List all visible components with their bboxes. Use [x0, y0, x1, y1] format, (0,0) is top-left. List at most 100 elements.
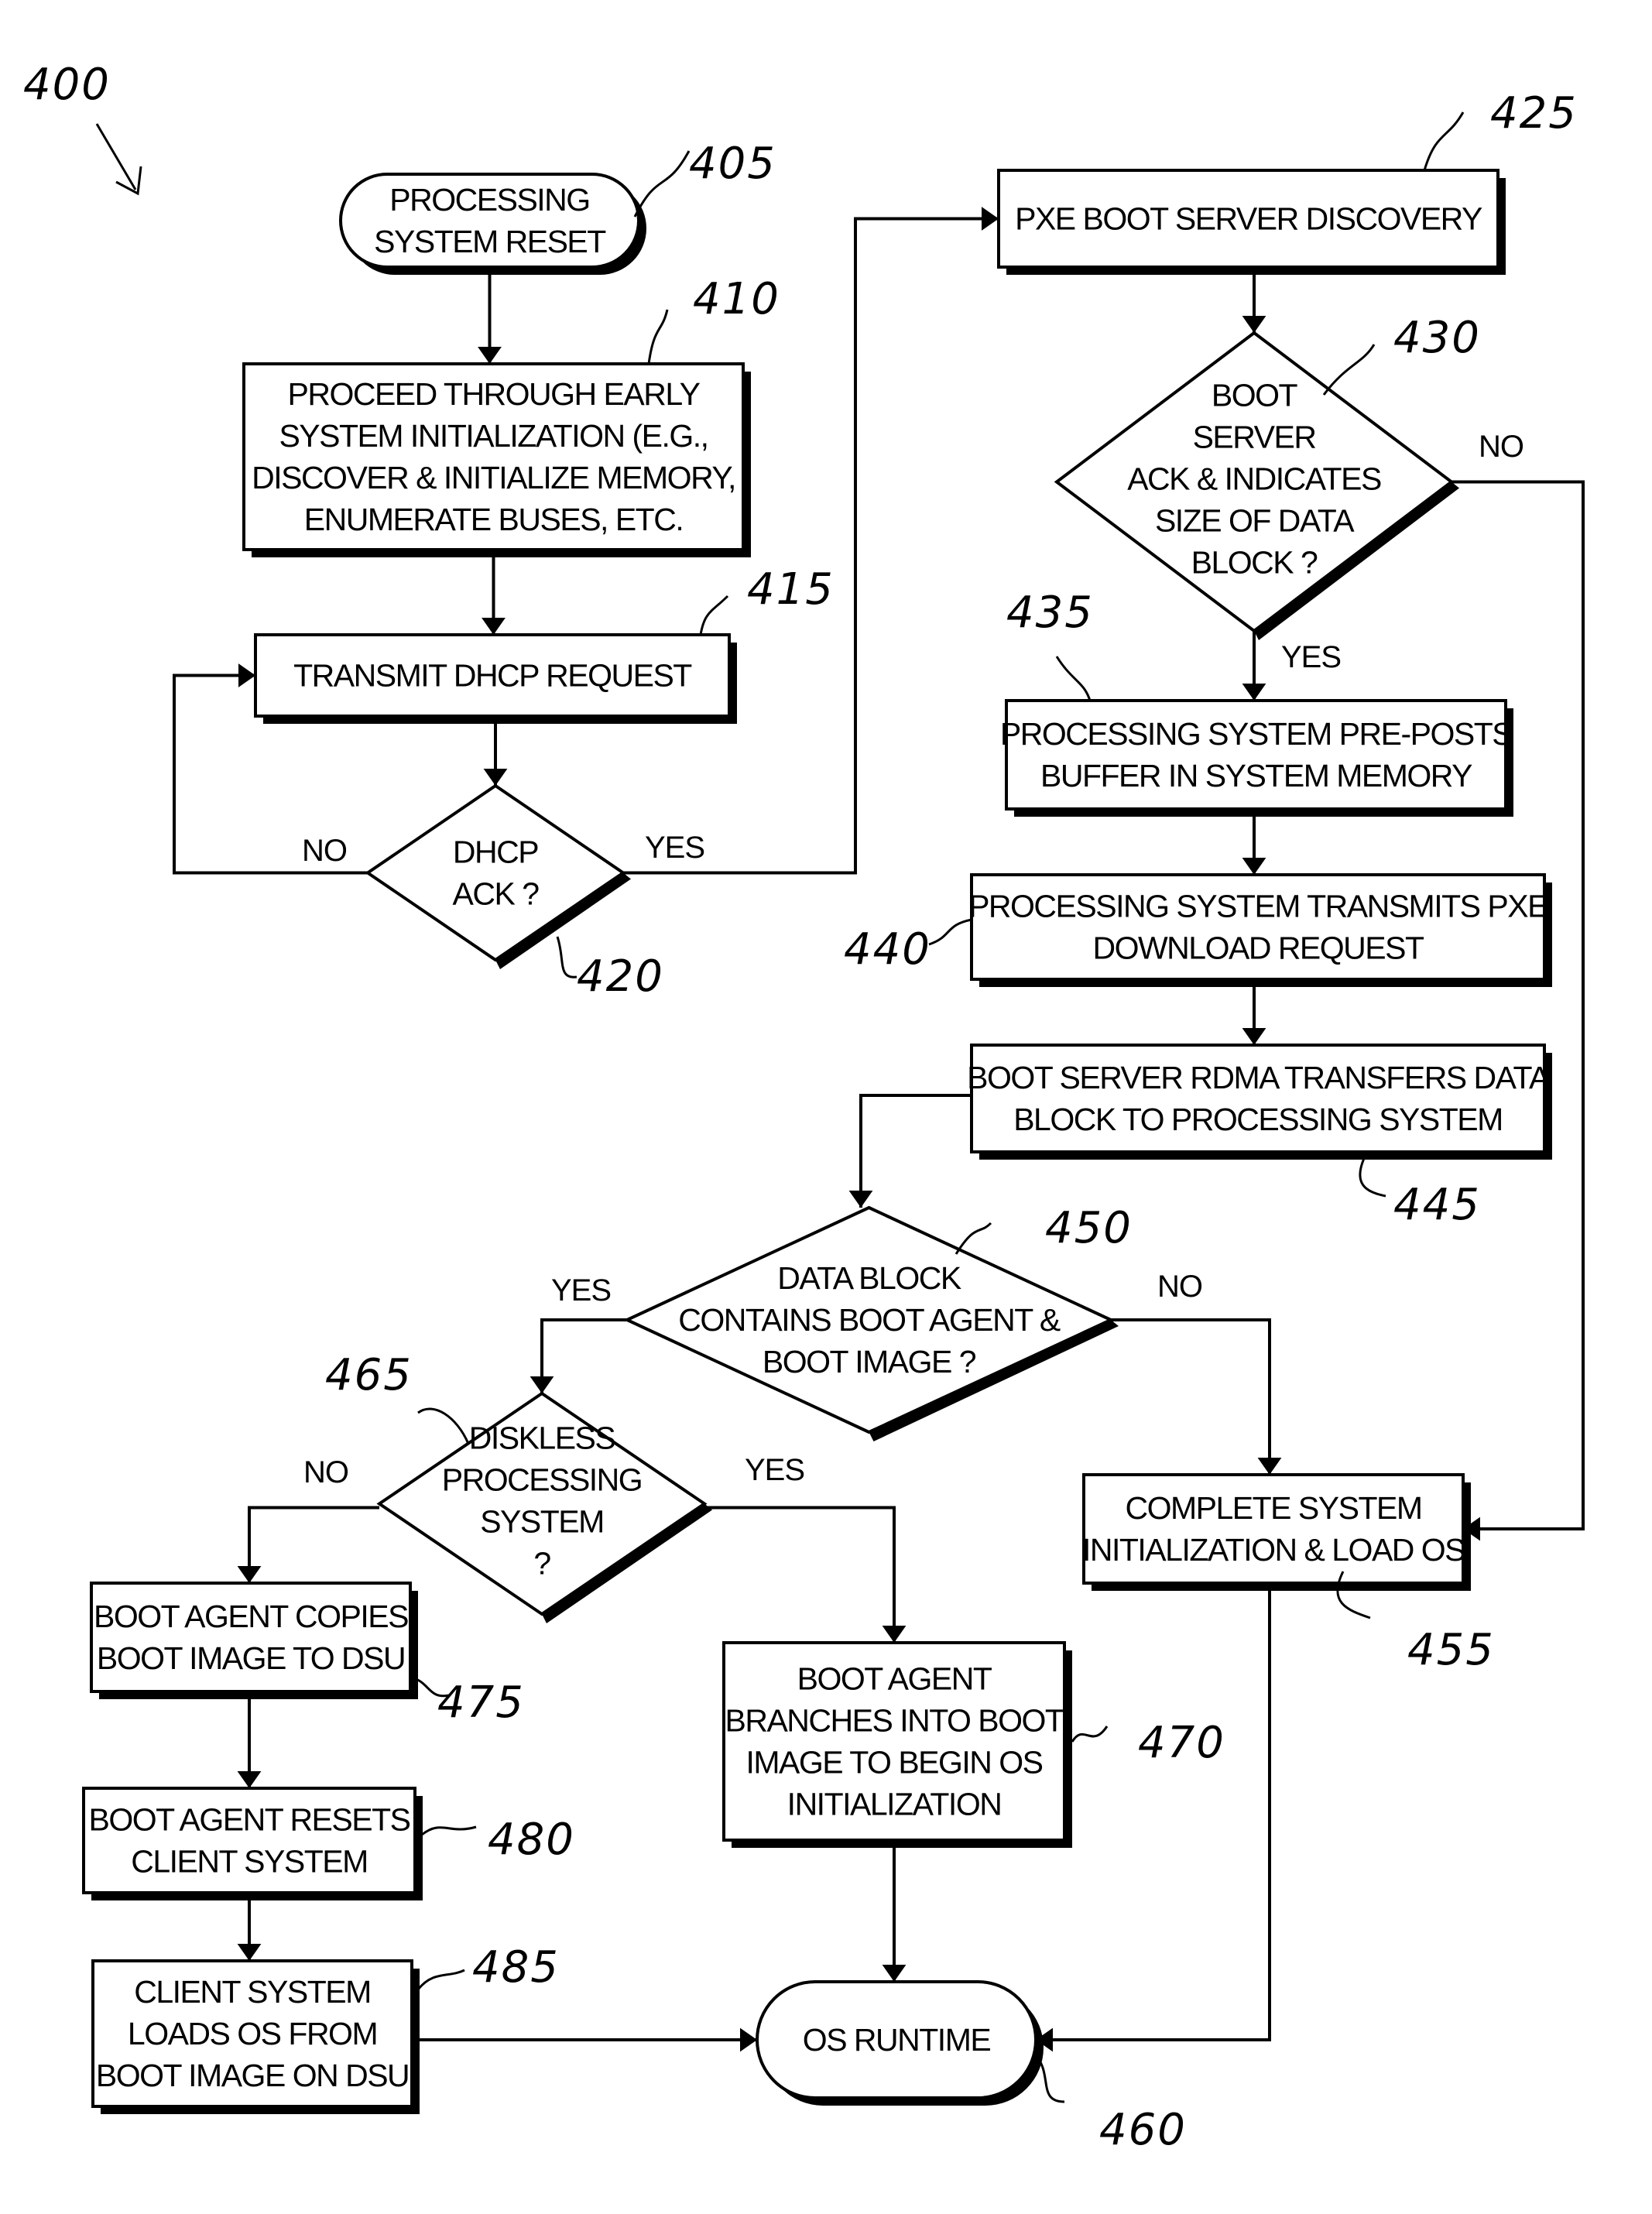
branch-label-420-no: NO [302, 834, 347, 868]
node-label-line: DATA BLOCK [777, 1260, 961, 1296]
edge-450-455-no [1111, 1318, 1282, 1475]
reference-number: 450 [1045, 1203, 1133, 1253]
edge-430-455-no [1451, 480, 1585, 1541]
reference-numeral-465: 465 [325, 1350, 470, 1445]
reference-numeral-430: 430 [1322, 313, 1481, 396]
node-label-line: BOOT AGENT [797, 1661, 992, 1697]
node-label-line: ? [533, 1546, 550, 1582]
node-label-line: INITIALIZATION & LOAD OS [1082, 1532, 1465, 1568]
node-label-line: INITIALIZATION [787, 1787, 1002, 1822]
node-label-line: CLIENT SYSTEM [134, 1974, 371, 2010]
leader-line [416, 1969, 465, 1990]
node-label-line: BRANCHES INTO BOOT [725, 1703, 1064, 1739]
leader-line [647, 309, 669, 365]
leader-line [633, 150, 691, 218]
node-440-process: PROCESSING SYSTEM TRANSMITS PXE DOWNLOAD … [968, 873, 1552, 987]
node-405-terminator: PROCESSING SYSTEM RESET [339, 173, 646, 275]
flowchart: PROCESSING SYSTEM RESET PROCEED THROUGH EA… [23, 60, 1585, 2155]
leader-line [556, 936, 578, 978]
node-label-line: IMAGE TO BEGIN OS [745, 1745, 1042, 1780]
reference-number: 430 [1393, 313, 1481, 363]
node-label-line: BOOT AGENT COPIES [94, 1599, 408, 1634]
node-label-line: BOOT AGENT RESETS [89, 1802, 410, 1838]
leader-line [417, 1407, 470, 1445]
node-475-process: BOOT AGENT COPIES BOOT IMAGE TO DSU [90, 1582, 418, 1699]
node-label-line: DISCOVER & INITIALIZE MEMORY, [252, 460, 735, 495]
node-465-decision: DISKLESS PROCESSING SYSTEM? [376, 1391, 712, 1623]
node-label-line: PXE BOOT SERVER DISCOVERY [1015, 201, 1482, 237]
leader-line [1423, 111, 1465, 171]
reference-numeral-470: 470 [1071, 1718, 1224, 1768]
node-label-line: ACK & INDICATES [1127, 461, 1381, 497]
reference-numeral-445: 445 [1359, 1153, 1481, 1230]
node-label-line: BOOT IMAGE ON DSU [96, 2058, 409, 2093]
reference-number: 420 [577, 951, 664, 1002]
reference-number: 465 [325, 1350, 413, 1400]
node-label-line: BLOCK ? [1191, 545, 1318, 581]
node-label-line: PROCESSING [442, 1462, 642, 1498]
node-label-line: SYSTEM [480, 1504, 604, 1540]
node-label-line: SYSTEM INITIALIZATION (E.G., [279, 418, 708, 454]
reference-numeral-475: 475 [413, 1677, 525, 1728]
node-label-line: COMPLETE SYSTEM [1125, 1490, 1421, 1526]
reference-numeral-420: 420 [556, 936, 664, 1002]
node-435-process: PROCESSING SYSTEM PRE-POSTS BUFFER IN SYS… [1000, 699, 1513, 817]
edge-450-465-yes [530, 1318, 627, 1393]
node-label-line: CONTAINS BOOT AGENT & [678, 1302, 1061, 1338]
node-label-line: OS RUNTIME [803, 2022, 991, 2058]
reference-number: 440 [844, 924, 931, 975]
leader-line [421, 1825, 477, 1836]
node-label-line: ENUMERATE BUSES, ETC. [304, 502, 683, 537]
reference-number: 400 [23, 60, 111, 110]
node-455-process: COMPLETE SYSTEM INITIALIZATION & LOAD OS [1082, 1473, 1471, 1591]
edge-465-470-yes [704, 1506, 907, 1643]
leader-line [1322, 344, 1376, 396]
reference-numeral-415: 415 [699, 564, 835, 636]
node-label-line: ACK ? [453, 876, 540, 912]
node-425-process: PXE BOOT SERVER DISCOVERY [997, 169, 1506, 275]
node-420-decision: DHCP ACK ? [365, 783, 631, 969]
reference-numeral-485: 485 [416, 1942, 560, 1993]
node-label-line: BUFFER IN SYSTEM MEMORY [1040, 758, 1472, 793]
node-label-line: SIZE OF DATA [1155, 503, 1355, 539]
reference-number: 475 [437, 1678, 525, 1728]
branch-label-465-no: NO [303, 1455, 348, 1489]
node-445-process: BOOT SERVER RDMA TRANSFERS DATA BLOCK TO … [967, 1044, 1552, 1160]
reference-number: 425 [1490, 88, 1578, 139]
leader-line [1055, 656, 1092, 701]
branch-label-430-no: NO [1479, 430, 1523, 464]
reference-number: 445 [1393, 1180, 1481, 1230]
branch-label-465-yes: YES [745, 1453, 804, 1487]
reference-number: 485 [472, 1942, 560, 1993]
node-label-line: PROCEED THROUGH EARLY [288, 376, 701, 412]
reference-numeral-400: 400 [23, 60, 111, 110]
leader-line [1071, 1726, 1109, 1743]
edge-465-475-no [237, 1506, 379, 1583]
leader-line [699, 595, 729, 636]
node-label-line: DISKLESS [469, 1421, 615, 1456]
node-label-line: BOOT SERVER RDMA TRANSFERS DATA [967, 1060, 1551, 1095]
reference-numeral-480: 480 [421, 1815, 574, 1865]
reference-number: 455 [1407, 1625, 1495, 1675]
edge-445-450 [848, 1094, 972, 1208]
reference-number: 415 [747, 564, 835, 615]
node-label-line: CLIENT SYSTEM [131, 1844, 368, 1880]
node-label-line: SYSTEM RESET [374, 224, 606, 259]
node-label-line: PROCESSING SYSTEM PRE-POSTS [1000, 716, 1512, 752]
node-label-line: PROCESSING [389, 182, 589, 218]
leader-line [1359, 1153, 1386, 1198]
node-label-line: PROCESSING SYSTEM TRANSMITS PXE [968, 889, 1547, 924]
reference-numeral-460: 460 [1034, 2055, 1187, 2155]
reference-numeral-435: 435 [1006, 588, 1092, 701]
node-485-process: CLIENT SYSTEM LOADS OS FROM BOOT IMAGE ON … [91, 1959, 420, 2114]
node-470-process: BOOT AGENT BRANCHES INTO BOOT IMAGE TO BEG… [722, 1641, 1072, 1848]
decision-diamond [365, 783, 626, 962]
node-430-decision: BOOT SERVER ACK & INDICATES SIZE OF DATA BLO… [1054, 331, 1459, 640]
branch-label-450-yes: YES [551, 1273, 611, 1307]
reference-number: 460 [1099, 2105, 1187, 2155]
reference-numeral-425: 425 [1423, 88, 1578, 171]
reference-number: 410 [693, 274, 780, 324]
node-label-line: BOOT [1212, 378, 1298, 413]
node-label-line: SERVER [1193, 420, 1316, 455]
reference-numeral-405: 405 [633, 139, 775, 218]
